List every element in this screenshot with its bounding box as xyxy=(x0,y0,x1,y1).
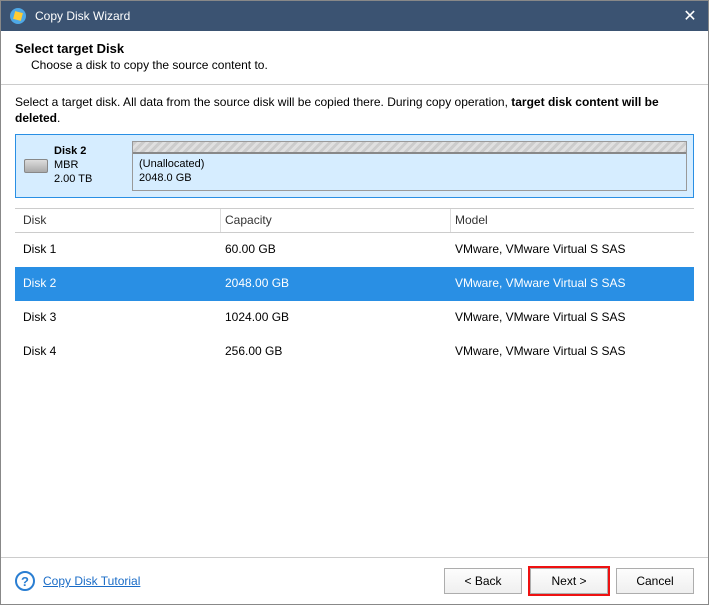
cell-capacity: 1024.00 GB xyxy=(221,310,451,324)
cell-disk: Disk 1 xyxy=(21,242,221,256)
disk-preview-style: MBR xyxy=(54,159,92,173)
warning-text: Select a target disk. All data from the … xyxy=(15,95,694,126)
cell-model: VMware, VMware Virtual S SAS xyxy=(451,310,688,324)
content-area: Select a target disk. All data from the … xyxy=(1,85,708,557)
help-icon[interactable]: ? xyxy=(15,571,35,591)
cell-model: VMware, VMware Virtual S SAS xyxy=(451,276,688,290)
close-icon[interactable]: ✕ xyxy=(680,6,700,26)
window-title: Copy Disk Wizard xyxy=(35,9,680,23)
cell-disk: Disk 2 xyxy=(21,276,221,290)
disk-preview-size: 2.00 TB xyxy=(54,173,92,187)
disk-preview-partition: (Unallocated) 2048.0 GB xyxy=(132,141,687,191)
wizard-header: Select target Disk Choose a disk to copy… xyxy=(1,31,708,85)
next-button[interactable]: Next > xyxy=(530,568,608,594)
disk-table: Disk Capacity Model Disk 160.00 GBVMware… xyxy=(15,208,694,557)
table-body: Disk 160.00 GBVMware, VMware Virtual S S… xyxy=(15,233,694,369)
partition-label: (Unallocated) xyxy=(139,158,680,172)
cancel-button[interactable]: Cancel xyxy=(616,568,694,594)
cell-model: VMware, VMware Virtual S SAS xyxy=(451,242,688,256)
col-header-disk[interactable]: Disk xyxy=(21,209,221,232)
table-row[interactable]: Disk 4256.00 GBVMware, VMware Virtual S … xyxy=(15,335,694,369)
cell-capacity: 2048.00 GB xyxy=(221,276,451,290)
partition-size: 2048.0 GB xyxy=(139,172,680,186)
cell-disk: Disk 3 xyxy=(21,310,221,324)
cell-disk: Disk 4 xyxy=(21,344,221,358)
disk-preview-text: Disk 2 MBR 2.00 TB xyxy=(54,145,92,186)
partition-stripe xyxy=(133,142,686,154)
cell-capacity: 60.00 GB xyxy=(221,242,451,256)
wizard-footer: ? Copy Disk Tutorial < Back Next > Cance… xyxy=(1,557,708,604)
titlebar: Copy Disk Wizard ✕ xyxy=(1,1,708,31)
table-row[interactable]: Disk 31024.00 GBVMware, VMware Virtual S… xyxy=(15,301,694,335)
cell-capacity: 256.00 GB xyxy=(221,344,451,358)
help-link[interactable]: Copy Disk Tutorial xyxy=(43,574,140,588)
col-header-capacity[interactable]: Capacity xyxy=(221,209,451,232)
warning-suffix: . xyxy=(57,111,60,125)
disk-preview-panel: Disk 2 MBR 2.00 TB (Unallocated) 2048.0 … xyxy=(15,134,694,198)
col-header-model[interactable]: Model xyxy=(451,209,688,232)
table-header-row: Disk Capacity Model xyxy=(15,209,694,233)
disk-preview-name: Disk 2 xyxy=(54,145,92,159)
disk-preview-info: Disk 2 MBR 2.00 TB xyxy=(22,141,132,191)
page-title: Select target Disk xyxy=(15,41,694,56)
table-row[interactable]: Disk 22048.00 GBVMware, VMware Virtual S… xyxy=(15,267,694,301)
app-icon xyxy=(9,7,27,25)
page-subtitle: Choose a disk to copy the source content… xyxy=(15,58,694,72)
cell-model: VMware, VMware Virtual S SAS xyxy=(451,344,688,358)
hard-disk-icon xyxy=(24,159,48,173)
warning-prefix: Select a target disk. All data from the … xyxy=(15,95,511,109)
partition-labels: (Unallocated) 2048.0 GB xyxy=(133,154,686,190)
back-button[interactable]: < Back xyxy=(444,568,522,594)
table-row[interactable]: Disk 160.00 GBVMware, VMware Virtual S S… xyxy=(15,233,694,267)
